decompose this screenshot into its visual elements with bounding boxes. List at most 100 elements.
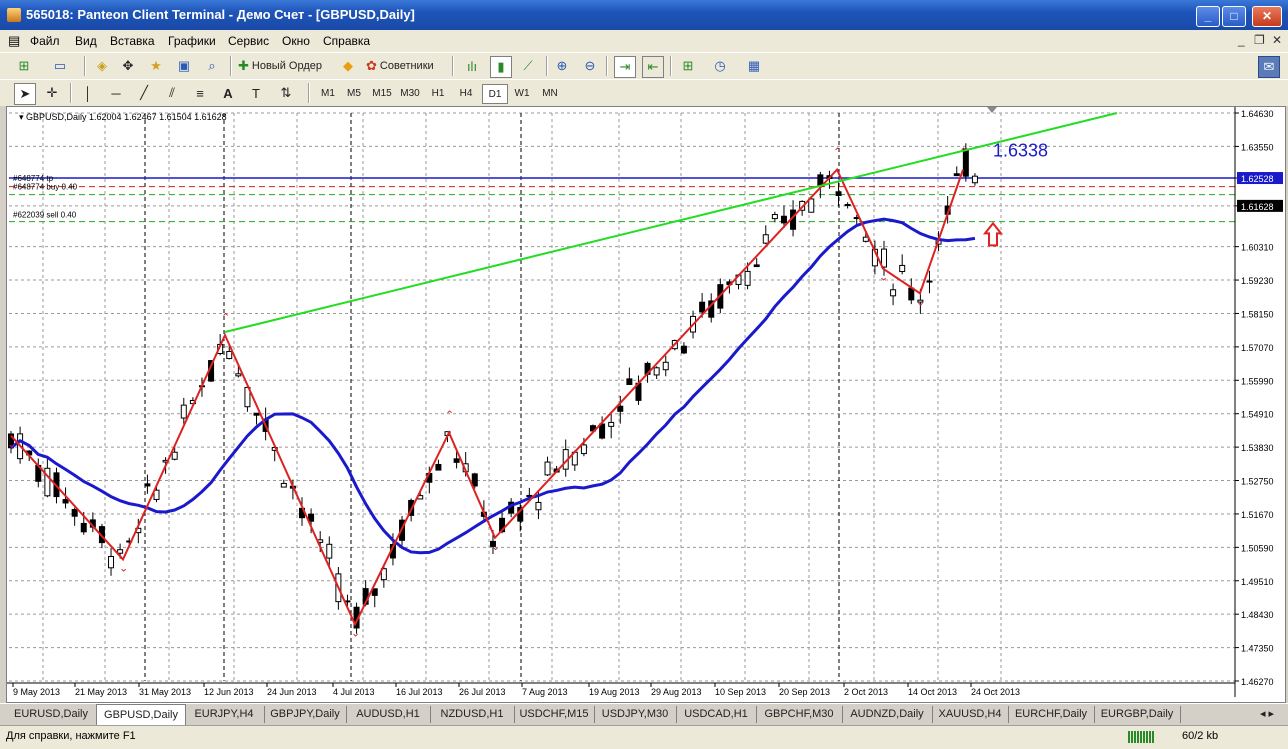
chat-icon[interactable]: ✉ bbox=[1258, 56, 1280, 78]
drawing-toolbar: ➤ ✛ │ ─ ╱ ⫽ ≡ A T ⇅ M1 M5 M15 M30 H1 H4 … bbox=[0, 79, 1288, 106]
indicators-icon[interactable]: ⊞ bbox=[678, 56, 698, 76]
tf-mn[interactable]: MN bbox=[538, 84, 562, 102]
line-chart-icon[interactable]: ⟋ bbox=[518, 56, 538, 76]
candle-body bbox=[835, 191, 842, 197]
close-button[interactable]: ✕ bbox=[1252, 6, 1282, 27]
mdi-minimize-button[interactable]: _ bbox=[1238, 33, 1245, 47]
tf-m1[interactable]: M1 bbox=[316, 84, 340, 102]
text-icon[interactable]: A bbox=[218, 83, 238, 103]
fractal-down-icon: ⌄ bbox=[351, 627, 360, 639]
fractal-down-icon: ⌄ bbox=[879, 272, 888, 284]
periods-icon[interactable]: ◷ bbox=[710, 56, 730, 76]
profiles-icon[interactable]: ▭ bbox=[50, 56, 70, 76]
horizontal-line-icon[interactable]: ─ bbox=[106, 83, 126, 103]
autoscroll-icon[interactable]: ⇥ bbox=[614, 56, 636, 78]
equidistant-channel-icon[interactable]: ⫽ bbox=[162, 83, 182, 103]
new-chart-icon[interactable]: ⊞ bbox=[14, 56, 34, 76]
order-levels bbox=[9, 177, 1235, 223]
tf-w1[interactable]: W1 bbox=[510, 84, 534, 102]
tf-h4[interactable]: H4 bbox=[454, 84, 478, 102]
minimize-button[interactable]: _ bbox=[1196, 6, 1220, 27]
candle-body bbox=[44, 467, 51, 497]
tab-usdcad-h1[interactable]: USDCAD,H1 bbox=[676, 706, 757, 723]
candle-body bbox=[744, 270, 751, 286]
tf-d1[interactable]: D1 bbox=[482, 84, 508, 104]
tab-eurjpy-h4[interactable]: EURJPY,H4 bbox=[184, 706, 265, 723]
tab-audusd-h1[interactable]: AUDUSD,H1 bbox=[346, 706, 431, 723]
candlestick-icon[interactable]: ▮ bbox=[490, 56, 512, 78]
zigzag-line bbox=[10, 167, 964, 627]
text-label-icon[interactable]: T bbox=[246, 83, 266, 103]
zoom-out-icon[interactable]: ⊖ bbox=[580, 56, 600, 76]
tab-xauusd-h4[interactable]: XAUUSD,H4 bbox=[932, 706, 1009, 723]
price-tick-label: 1.51670 bbox=[1241, 510, 1274, 520]
fractal-up-icon: ⌃ bbox=[833, 147, 842, 159]
tab-nzdusd-h1[interactable]: NZDUSD,H1 bbox=[430, 706, 515, 723]
date-tick-label: 24 Oct 2013 bbox=[971, 687, 1020, 697]
candle-body bbox=[144, 483, 151, 487]
terminal-icon[interactable]: ▣ bbox=[174, 56, 194, 76]
menu-view[interactable]: Вид bbox=[75, 34, 97, 48]
mdi-restore-button[interactable]: ❐ bbox=[1254, 33, 1265, 47]
candle-body bbox=[881, 248, 887, 268]
tab-usdjpy-m30[interactable]: USDJPY,M30 bbox=[594, 706, 677, 723]
candle-body bbox=[926, 280, 933, 283]
navigator-icon[interactable]: ★ bbox=[146, 56, 166, 76]
vertical-line-icon[interactable]: │ bbox=[78, 83, 98, 103]
tab-eurusd-daily[interactable]: EURUSD,Daily bbox=[6, 706, 97, 723]
menu-bar: ▤ Файл Вид Вставка Графики Сервис Окно С… bbox=[0, 30, 1288, 52]
date-tick-label: 4 Jul 2013 bbox=[333, 687, 375, 697]
mdi-close-button[interactable]: ✕ bbox=[1272, 33, 1282, 47]
bar-chart-icon[interactable]: ılı bbox=[462, 56, 482, 76]
strategy-tester-icon[interactable]: ⌕ bbox=[202, 56, 222, 76]
tab-gbpchf-m30[interactable]: GBPCHF,M30 bbox=[756, 706, 843, 723]
menu-help[interactable]: Справка bbox=[323, 34, 370, 48]
chart-window[interactable]: ⌄ ⌄ ⌃ ⌄ ⌃ ⌄ ⌃ ⌄ ⌄ ⌃ 1.64630 1.63550 1.62528 1.61628 1… bbox=[6, 106, 1286, 703]
tf-m15[interactable]: M15 bbox=[370, 84, 394, 102]
templates-icon[interactable]: ▦ bbox=[744, 56, 764, 76]
arrows-icon[interactable]: ⇅ bbox=[276, 83, 296, 103]
fibonacci-icon[interactable]: ≡ bbox=[190, 83, 210, 103]
price-chart[interactable]: ⌄⌄⌃⌄⌃⌄⌃⌄⌄⌃ 1.646301.635501.625281.616281… bbox=[7, 107, 1285, 702]
new-order-button[interactable]: ✚ Новый Ордер bbox=[238, 56, 322, 76]
zoom-in-icon[interactable]: ⊕ bbox=[552, 56, 572, 76]
date-tick-label: 9 May 2013 bbox=[13, 687, 60, 697]
candle-body bbox=[117, 549, 124, 554]
chart-shift-icon[interactable]: ⇤ bbox=[642, 56, 664, 78]
tab-gbpjpy-daily[interactable]: GBPJPY,Daily bbox=[264, 706, 347, 723]
price-tick-label: 1.52750 bbox=[1241, 477, 1274, 487]
connection-icon bbox=[1128, 731, 1154, 743]
tab-gbpusd-daily[interactable]: GBPUSD,Daily bbox=[96, 704, 186, 725]
cursor-icon[interactable]: ➤ bbox=[14, 83, 36, 105]
tab-scroll-arrows[interactable]: ◂ ▸ bbox=[1252, 706, 1282, 723]
date-tick-label: 19 Aug 2013 bbox=[589, 687, 640, 697]
market-watch-icon[interactable]: ◈ bbox=[92, 56, 112, 76]
menu-file[interactable]: Файл bbox=[30, 34, 60, 48]
price-tick-label: 1.49510 bbox=[1241, 577, 1274, 587]
price-tick-label: 1.47350 bbox=[1241, 644, 1274, 654]
tf-m5[interactable]: M5 bbox=[342, 84, 366, 102]
menu-window[interactable]: Окно bbox=[282, 34, 310, 48]
data-window-icon[interactable]: ✥ bbox=[118, 56, 138, 76]
tab-usdchf-m15[interactable]: USDCHF,M15 bbox=[514, 706, 595, 723]
candles bbox=[8, 143, 978, 634]
crosshair-icon[interactable]: ✛ bbox=[42, 83, 62, 103]
menu-insert[interactable]: Вставка bbox=[110, 34, 155, 48]
menu-tools[interactable]: Сервис bbox=[228, 34, 269, 48]
date-tick-label: 10 Sep 2013 bbox=[715, 687, 766, 697]
date-tick-label: 14 Oct 2013 bbox=[908, 687, 957, 697]
price-tick-label: 1.62528 bbox=[1241, 174, 1274, 184]
tf-h1[interactable]: H1 bbox=[426, 84, 450, 102]
experts-button[interactable]: ✿ Советники bbox=[366, 56, 434, 76]
tf-m30[interactable]: M30 bbox=[398, 84, 422, 102]
chart-tabs: EURUSD,Daily GBPUSD,Daily EURJPY,H4 GBPJPY,… bbox=[0, 703, 1288, 726]
metaeditor-icon[interactable]: ◆ bbox=[338, 56, 358, 76]
tab-audnzd-daily[interactable]: AUDNZD,Daily bbox=[842, 706, 933, 723]
price-tick-label: 1.64630 bbox=[1241, 109, 1274, 119]
menu-charts[interactable]: Графики bbox=[168, 34, 216, 48]
tab-eurchf-daily[interactable]: EURCHF,Daily bbox=[1008, 706, 1095, 723]
maximize-button[interactable]: □ bbox=[1222, 6, 1246, 27]
candle-body bbox=[808, 198, 815, 213]
trendline-icon[interactable]: ╱ bbox=[134, 83, 154, 103]
tab-eurgbp-daily[interactable]: EURGBP,Daily bbox=[1094, 706, 1181, 723]
